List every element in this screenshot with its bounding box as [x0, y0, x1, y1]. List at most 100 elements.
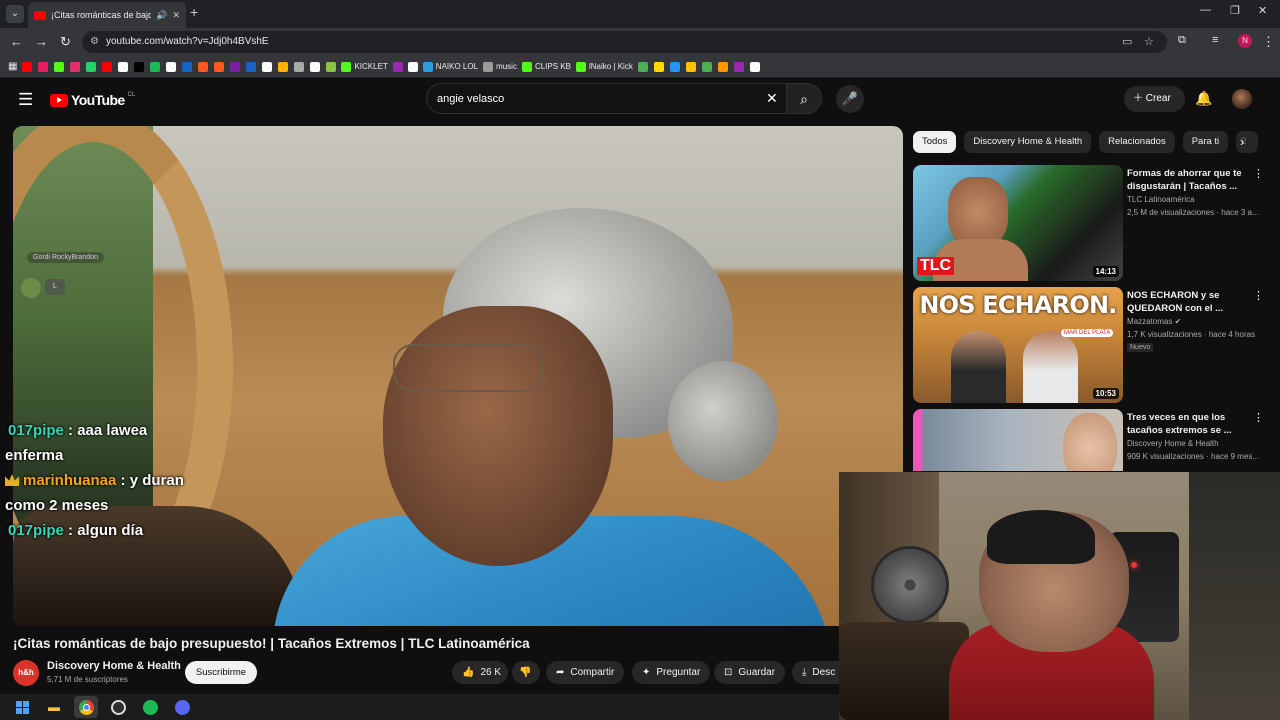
bookmark-icon[interactable] [118, 61, 129, 72]
spotify-icon[interactable] [138, 696, 162, 718]
bookmark-icon[interactable] [166, 61, 177, 72]
more-actions-icon[interactable]: ⋮ [1253, 411, 1264, 424]
bookmark-icon[interactable] [246, 61, 257, 72]
bookmark-icon[interactable] [717, 61, 728, 72]
chip-todos[interactable]: Todos [913, 131, 957, 153]
obs-icon[interactable] [106, 696, 130, 718]
bookmark-icon[interactable] [278, 61, 289, 72]
audio-playing-icon[interactable]: 🔊 [156, 10, 167, 21]
omnibox[interactable]: ⚙ youtube.com/watch?v=Jdj0h4BVshE ▭ ☆ [82, 31, 1167, 53]
bookmark-star-icon[interactable]: ☆ [1144, 31, 1154, 53]
recommendation-title[interactable]: Formas de ahorrar que te disgustarán | T… [1127, 167, 1249, 193]
bookmark-icon[interactable] [685, 61, 696, 72]
bookmark-icon[interactable] [134, 61, 145, 72]
browser-menu-icon[interactable]: ⋮ [1262, 34, 1275, 50]
cast-icon[interactable]: ▭ [1122, 31, 1132, 53]
bookmark-icon[interactable] [701, 61, 712, 72]
new-tab-button[interactable]: + [190, 4, 198, 20]
recommendation-title[interactable]: NOS ECHARON y se QUEDARON con el ... [1127, 289, 1249, 315]
video-player[interactable]: Gordi RockyBrandon L [13, 126, 903, 626]
bookmark-icon[interactable] [392, 61, 403, 72]
restore-button[interactable]: ❐ [1230, 4, 1240, 17]
account-avatar[interactable] [1232, 89, 1252, 109]
bookmark-icon[interactable] [38, 61, 49, 72]
extensions-icon[interactable]: ⧉ [1178, 34, 1186, 47]
bookmark-icon[interactable] [86, 61, 97, 72]
apps-grid-icon[interactable]: ▦ [8, 61, 17, 72]
search-input[interactable]: angie velasco [426, 83, 786, 114]
bookmark-clips-kb[interactable]: CLIPS KB [521, 61, 571, 72]
search-button[interactable]: ⌕ [786, 83, 822, 114]
download-button[interactable]: ⤓ Desc [792, 661, 839, 684]
profile-avatar[interactable]: N [1238, 34, 1252, 48]
minimize-button[interactable]: — [1200, 4, 1211, 16]
browser-tab[interactable]: ¡Citas románticas de bajo p 🔊 ✕ [28, 2, 186, 28]
bookmark-icon[interactable] [407, 61, 418, 72]
recommendation-channel[interactable]: Discovery Home & Health [1127, 439, 1219, 448]
bookmark-naiko-kick[interactable]: lNaiko | Kick [575, 61, 633, 72]
recommendation-channel[interactable]: Mazzatomas ✔ [1127, 317, 1181, 326]
bookmark-kicklet[interactable]: KICKLET [341, 61, 388, 72]
bookmark-icon[interactable] [198, 61, 209, 72]
more-actions-icon[interactable]: ⋮ [1253, 167, 1264, 180]
bookmark-icon[interactable] [182, 61, 193, 72]
discord-icon[interactable] [170, 696, 194, 718]
bookmark-icon[interactable] [54, 61, 65, 72]
bookmark-icon[interactable] [669, 61, 680, 72]
voice-search-mic-icon[interactable]: 🎤 [836, 85, 864, 113]
clear-search-icon[interactable]: ✕ [766, 90, 778, 107]
reload-button[interactable]: ↻ [60, 34, 71, 50]
chrome-icon[interactable] [74, 696, 98, 718]
save-button[interactable]: ⊡ Guardar [714, 661, 786, 684]
tab-search-icon[interactable]: ⌄ [6, 5, 24, 23]
channel-name[interactable]: Discovery Home & Health [47, 660, 181, 672]
notifications-bell-icon[interactable]: 🔔 [1195, 90, 1212, 107]
recommendation-item[interactable]: TLC 14:13 Formas de ahorrar que te disgu… [913, 165, 1268, 281]
chip-discovery[interactable]: Discovery Home & Health [964, 131, 1092, 153]
bookmark-naiko-lol[interactable]: NAIKO LOL [422, 61, 478, 72]
close-tab-icon[interactable]: ✕ [172, 10, 180, 21]
bookmark-icon[interactable] [733, 61, 744, 72]
bookmark-icon[interactable] [653, 61, 664, 72]
bookmark-icon[interactable] [102, 61, 113, 72]
forward-button[interactable]: → [35, 34, 48, 49]
video-thumbnail[interactable]: NOS ECHARON. MAR DEL PLATA 10:53 [913, 287, 1123, 403]
chip-para-ti[interactable]: Para ti [1182, 131, 1229, 153]
ask-button[interactable]: ✦ Preguntar [632, 661, 711, 684]
bookmark-icon[interactable] [326, 61, 337, 72]
chevron-right-icon[interactable]: › [1240, 134, 1244, 149]
bookmark-icon[interactable] [150, 61, 161, 72]
bookmark-icon[interactable] [294, 61, 305, 72]
youtube-logo[interactable]: YouTube CL [50, 92, 135, 108]
file-explorer-icon[interactable]: ▬ [42, 696, 66, 718]
bookmark-icon[interactable] [22, 61, 33, 72]
close-window-button[interactable]: ✕ [1258, 4, 1267, 17]
bookmark-music[interactable]: music [483, 61, 517, 72]
bookmark-icon[interactable] [637, 61, 648, 72]
recommendation-item[interactable]: NOS ECHARON. MAR DEL PLATA 10:53 NOS ECH… [913, 287, 1268, 403]
video-thumbnail[interactable]: TLC 14:13 [913, 165, 1123, 281]
like-button[interactable]: 👍 26 K [452, 661, 508, 684]
create-button[interactable]: ＋ Crear [1124, 86, 1185, 112]
bookmark-icon[interactable] [70, 61, 81, 72]
windows-start-icon[interactable] [10, 696, 34, 718]
channel-avatar[interactable]: h&h [13, 660, 39, 686]
recommendation-channel[interactable]: TLC Latinoamérica [1127, 195, 1195, 204]
bookmark-icon[interactable] [310, 61, 321, 72]
guide-menu-icon[interactable]: ☰ [18, 90, 33, 110]
back-button[interactable]: ← [10, 34, 23, 49]
bookmark-icon[interactable] [262, 61, 273, 72]
bookmark-icon[interactable] [230, 61, 241, 72]
chip-relacionados[interactable]: Relacionados [1099, 131, 1175, 153]
bookmark-icon[interactable] [749, 61, 760, 72]
site-info-icon[interactable]: ⚙ [90, 31, 99, 53]
more-actions-icon[interactable]: ⋮ [1253, 289, 1264, 302]
recommendation-title[interactable]: Tres veces en que los tacaños extremos s… [1127, 411, 1249, 437]
subscribe-button[interactable]: Suscribirme [185, 661, 257, 684]
bookmark-icon[interactable] [214, 61, 225, 72]
video-thumbnail[interactable] [913, 409, 1123, 471]
recommendation-item[interactable]: Tres veces en que los tacaños extremos s… [913, 409, 1268, 471]
dislike-button[interactable]: 👎 [512, 661, 540, 684]
share-button[interactable]: ➦ Compartir [546, 661, 625, 684]
media-control-icon[interactable]: ≡ [1212, 34, 1218, 46]
